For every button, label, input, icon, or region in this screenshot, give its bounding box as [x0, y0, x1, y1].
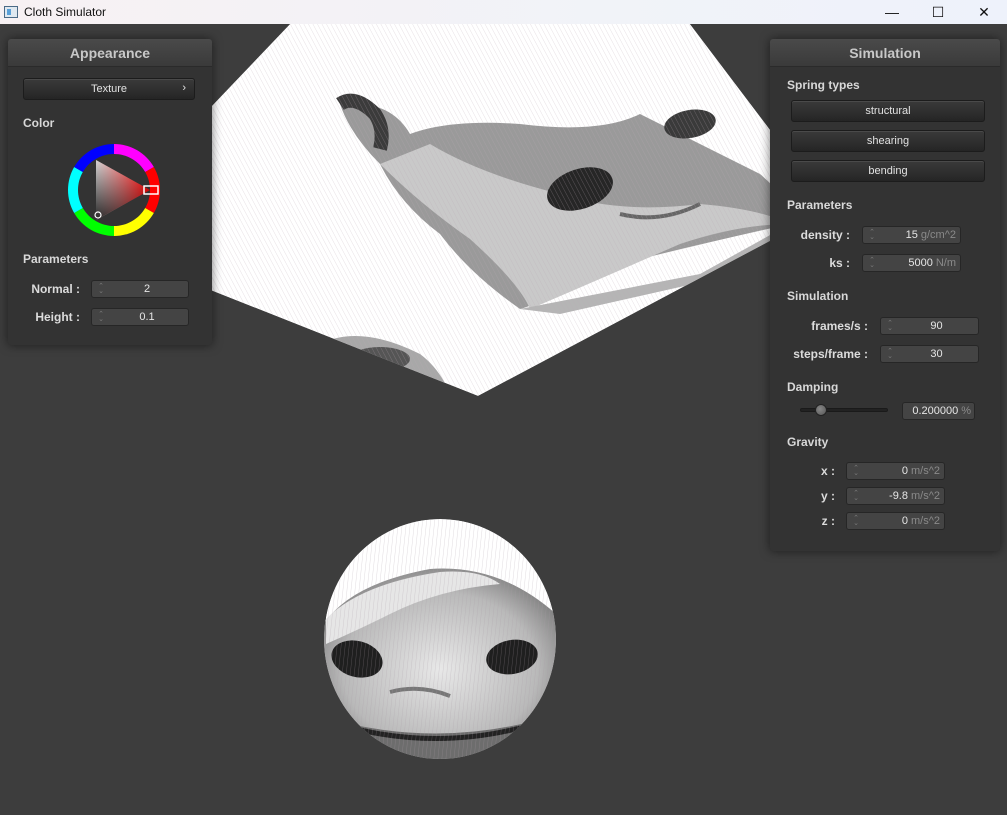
density-label: density :: [800, 228, 850, 242]
chevron-right-icon: ›: [182, 82, 186, 94]
height-input[interactable]: ⌃ ⌄ 0.1: [91, 308, 189, 326]
minimize-button[interactable]: —: [869, 0, 915, 24]
gravity-x-unit: m/s^2: [911, 465, 940, 477]
normal-input[interactable]: ⌃ ⌄ 2: [91, 280, 189, 298]
ks-label: ks :: [829, 256, 850, 270]
structural-button[interactable]: structural: [791, 100, 985, 122]
steps-value: 30: [930, 348, 943, 360]
gravity-x-input[interactable]: ⌃ ⌄ 0 m/s^2: [846, 462, 945, 480]
window-controls: — ☐ ✕: [869, 0, 1007, 24]
texture-button[interactable]: Texture ›: [23, 78, 195, 100]
steps-label: steps/frame :: [793, 347, 868, 361]
gravity-x-label: x :: [820, 464, 835, 478]
height-value: 0.1: [139, 311, 155, 323]
damping-unit: %: [961, 405, 971, 417]
shearing-button[interactable]: shearing: [791, 130, 985, 152]
updown-spinner-icon[interactable]: ⌃ ⌄: [885, 348, 895, 360]
color-label: Color: [23, 116, 55, 130]
damping-slider[interactable]: [800, 408, 888, 412]
normal-value: 2: [143, 283, 151, 295]
updown-spinner-icon[interactable]: ⌃ ⌄: [851, 465, 861, 477]
gravity-y-value: -9.8: [889, 490, 908, 502]
gravity-y-label: y :: [820, 489, 835, 503]
gravity-z-input[interactable]: ⌃ ⌄ 0 m/s^2: [846, 512, 945, 530]
damping-value: 0.200000: [912, 405, 959, 417]
fps-label: frames/s :: [811, 319, 868, 333]
gravity-z-value: 0: [901, 515, 908, 527]
normal-label: Normal :: [31, 282, 80, 296]
updown-spinner-icon[interactable]: ⌃ ⌄: [867, 229, 877, 241]
damping-slider-handle[interactable]: [815, 404, 828, 416]
ks-value: 5000: [908, 257, 933, 269]
updown-spinner-icon[interactable]: ⌃ ⌄: [885, 320, 895, 332]
updown-spinner-icon[interactable]: ⌃ ⌄: [851, 515, 861, 527]
height-label: Height :: [35, 310, 80, 324]
window-title: Cloth Simulator: [24, 5, 107, 19]
density-unit: g/cm^2: [920, 229, 956, 241]
bending-button[interactable]: bending: [791, 160, 985, 182]
updown-spinner-icon[interactable]: ⌃ ⌄: [867, 257, 877, 269]
spring-types-label: Spring types: [787, 78, 860, 92]
color-wheel-icon[interactable]: [66, 142, 162, 238]
appearance-params-label: Parameters: [23, 252, 89, 266]
damping-label: Damping: [787, 380, 839, 394]
sphere-mesh: [324, 519, 556, 759]
gravity-y-unit: m/s^2: [911, 490, 940, 502]
maximize-button[interactable]: ☐: [915, 0, 961, 24]
app-icon: [4, 6, 18, 18]
appearance-panel: Appearance Texture › Color Parameters No…: [8, 39, 212, 345]
damping-input[interactable]: 0.200000 %: [902, 402, 975, 420]
steps-input[interactable]: ⌃ ⌄ 30: [880, 345, 979, 363]
updown-spinner-icon[interactable]: ⌃ ⌄: [96, 283, 106, 295]
appearance-panel-title: Appearance: [8, 39, 212, 67]
simulation-panel-title: Simulation: [770, 39, 1000, 67]
render-viewport[interactable]: Appearance Texture › Color Parameters No…: [0, 24, 1007, 815]
title-bar: Cloth Simulator — ☐ ✕: [0, 0, 1007, 24]
gravity-label: Gravity: [787, 435, 829, 449]
ks-unit: N/m: [935, 257, 956, 269]
simulation-section-label: Simulation: [787, 289, 849, 303]
gravity-z-label: z :: [821, 514, 835, 528]
fps-value: 90: [930, 320, 943, 332]
gravity-y-input[interactable]: ⌃ ⌄ -9.8 m/s^2: [846, 487, 945, 505]
texture-button-label: Texture: [90, 83, 128, 95]
gravity-x-value: 0: [901, 465, 908, 477]
density-value: 15: [905, 229, 918, 241]
simulation-panel: Simulation Spring types structural shear…: [770, 39, 1000, 551]
fps-input[interactable]: ⌃ ⌄ 90: [880, 317, 979, 335]
ks-input[interactable]: ⌃ ⌄ 5000 N/m: [862, 254, 961, 272]
updown-spinner-icon[interactable]: ⌃ ⌄: [96, 311, 106, 323]
density-input[interactable]: ⌃ ⌄ 15 g/cm^2: [862, 226, 961, 244]
close-button[interactable]: ✕: [961, 0, 1007, 24]
gravity-z-unit: m/s^2: [911, 515, 940, 527]
updown-spinner-icon[interactable]: ⌃ ⌄: [851, 490, 861, 502]
sim-params-label: Parameters: [787, 198, 853, 212]
